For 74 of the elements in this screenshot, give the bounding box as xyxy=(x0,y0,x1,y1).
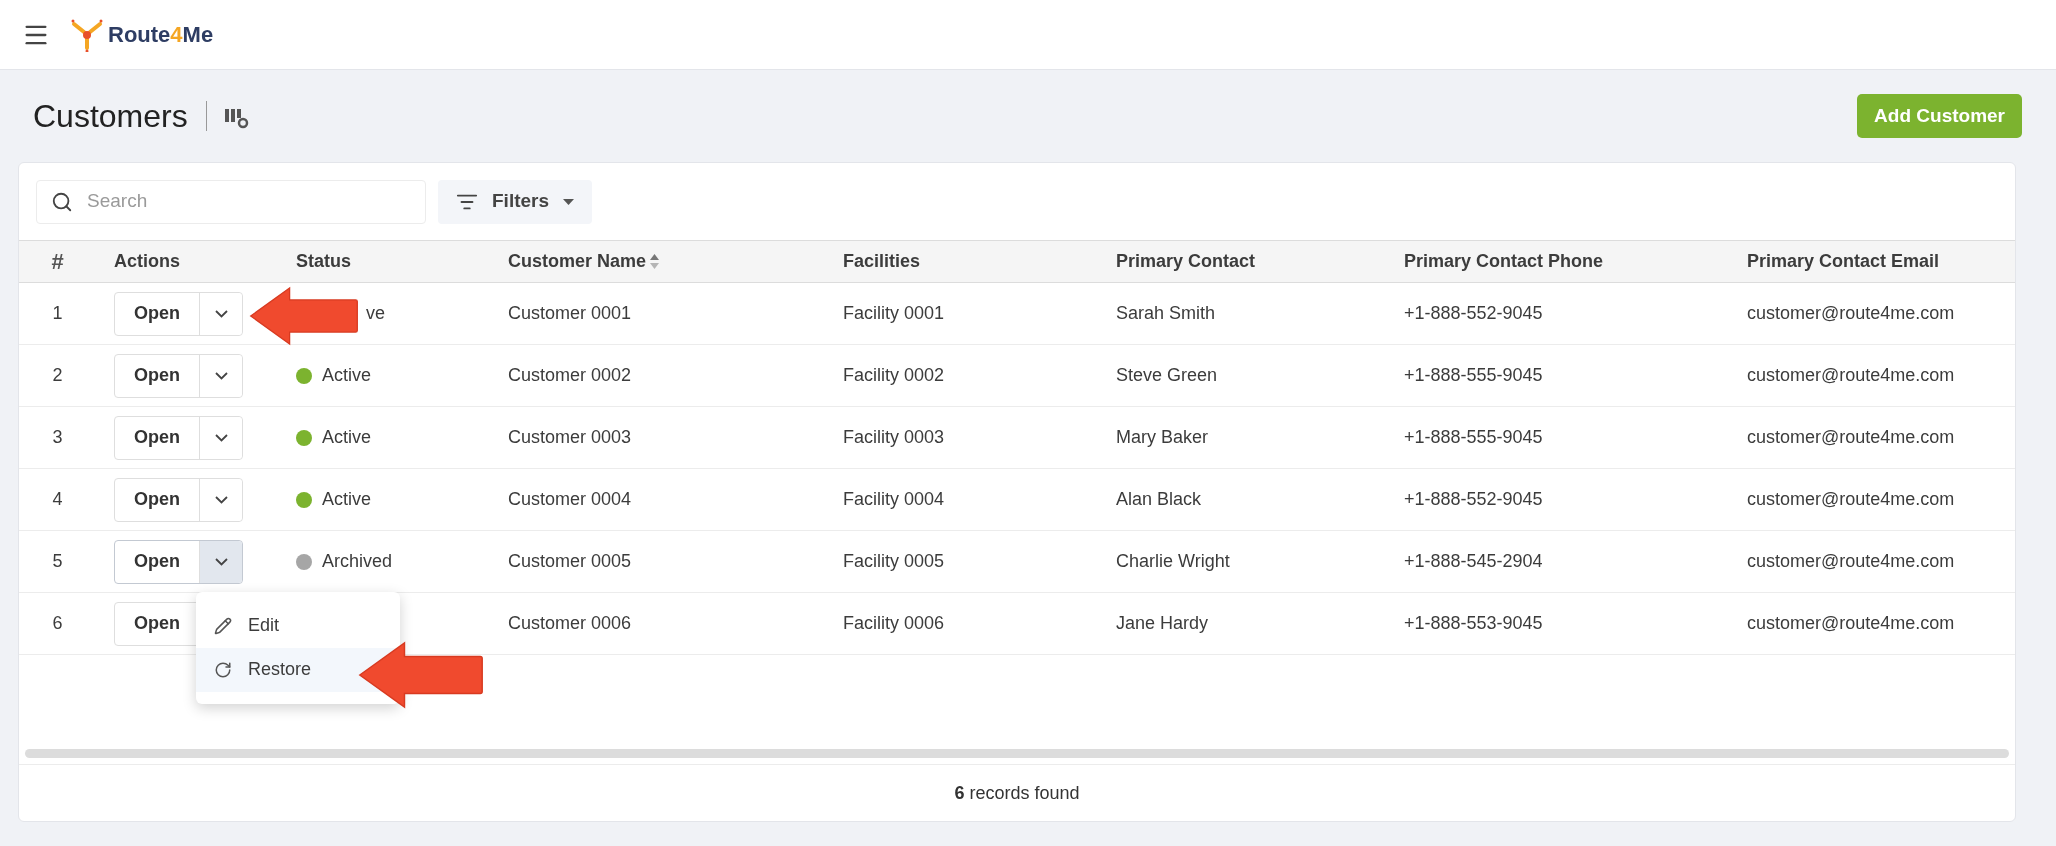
facility-name: Facility 0002 xyxy=(842,364,946,387)
phone-number: +1-888-555-9045 xyxy=(1403,364,1544,387)
logo-wordmark: Route4Me xyxy=(108,21,214,49)
email-address: customer@route4me.com xyxy=(1746,426,1956,449)
column-header[interactable]: Customer Name xyxy=(508,248,647,275)
row-number: 2 xyxy=(52,364,63,387)
column-header: Actions xyxy=(114,250,180,273)
customer-name: Customer 0002 xyxy=(507,364,633,387)
contact-name: Mary Baker xyxy=(1115,426,1210,449)
actions-dropdown-toggle[interactable] xyxy=(199,416,242,459)
email-address: customer@route4me.com xyxy=(1746,364,1956,387)
facility-name: Facility 0003 xyxy=(842,426,946,449)
column-header: Facilities xyxy=(843,250,921,273)
sort-icon[interactable] xyxy=(650,254,660,269)
customer-name: Customer 0004 xyxy=(507,488,633,511)
email-address: customer@route4me.com xyxy=(1746,612,1956,635)
actions-dropdown-toggle[interactable] xyxy=(199,354,242,397)
status-text: Archived xyxy=(322,550,393,573)
email-address: customer@route4me.com xyxy=(1746,488,1956,511)
horizontal-scrollbar[interactable] xyxy=(25,749,2009,758)
search-field[interactable]: Search xyxy=(36,179,426,224)
logo-icon xyxy=(70,17,104,52)
refresh-icon xyxy=(214,660,232,679)
status-text: Active xyxy=(322,426,372,449)
actions-dropdown-toggle[interactable] xyxy=(199,292,242,335)
chevron-down-icon xyxy=(214,309,228,318)
contact-name: Sarah Smith xyxy=(1115,302,1217,325)
search-input[interactable]: Search xyxy=(87,187,387,216)
column-header: Primary Contact Email xyxy=(1747,250,1940,273)
column-header: Primary Contact Phone xyxy=(1404,250,1604,273)
customer-name: Customer 0005 xyxy=(507,550,633,573)
phone-number: +1-888-555-9045 xyxy=(1403,426,1544,449)
row-number: 3 xyxy=(52,426,63,449)
row-number: 1 xyxy=(52,302,63,325)
status-text: Active xyxy=(322,364,372,387)
status-text: Active xyxy=(322,488,372,511)
search-icon xyxy=(51,190,73,213)
column-settings-icon[interactable] xyxy=(224,107,249,129)
column-header: # xyxy=(51,249,64,274)
row-number: 4 xyxy=(52,488,63,511)
phone-number: +1-888-553-9045 xyxy=(1403,612,1544,635)
chevron-down-icon xyxy=(214,433,228,442)
facility-name: Facility 0001 xyxy=(842,302,946,325)
facility-name: Facility 0005 xyxy=(842,550,946,573)
phone-number: +1-888-552-9045 xyxy=(1403,302,1544,325)
filters-button[interactable]: Filters xyxy=(438,179,593,224)
phone-number: +1-888-552-9045 xyxy=(1403,488,1544,511)
customer-name: Customer 0006 xyxy=(507,612,633,635)
facility-name: Facility 0006 xyxy=(842,612,946,635)
contact-name: Charlie Wright xyxy=(1115,550,1231,573)
chevron-down-icon xyxy=(214,557,228,566)
phone-number: +1-888-545-2904 xyxy=(1403,550,1544,573)
column-header: Status xyxy=(296,250,351,273)
actions-dropdown-toggle[interactable] xyxy=(199,540,242,583)
row-number: 5 xyxy=(52,550,63,573)
contact-name: Steve Green xyxy=(1115,364,1219,387)
customer-name: Customer 0001 xyxy=(507,302,633,325)
email-address: customer@route4me.com xyxy=(1746,550,1956,573)
chevron-down-icon xyxy=(214,371,228,380)
contact-name: Alan Black xyxy=(1115,488,1203,511)
row-number: 6 xyxy=(52,612,63,635)
caret-icon xyxy=(563,198,575,205)
status-text: ve xyxy=(366,302,385,325)
pencil-icon xyxy=(214,616,232,635)
menu-item[interactable]: Edit xyxy=(196,603,400,648)
contact-name: Jane Hardy xyxy=(1115,612,1210,635)
email-address: customer@route4me.com xyxy=(1746,302,1956,325)
facility-name: Facility 0004 xyxy=(842,488,946,511)
customer-name: Customer 0003 xyxy=(507,426,633,449)
records-count: 6 records found xyxy=(954,781,1080,805)
page-title: Customers xyxy=(33,97,188,136)
actions-dropdown-toggle[interactable] xyxy=(199,478,242,521)
chevron-down-icon xyxy=(214,495,228,504)
column-header: Primary Contact xyxy=(1116,250,1256,273)
